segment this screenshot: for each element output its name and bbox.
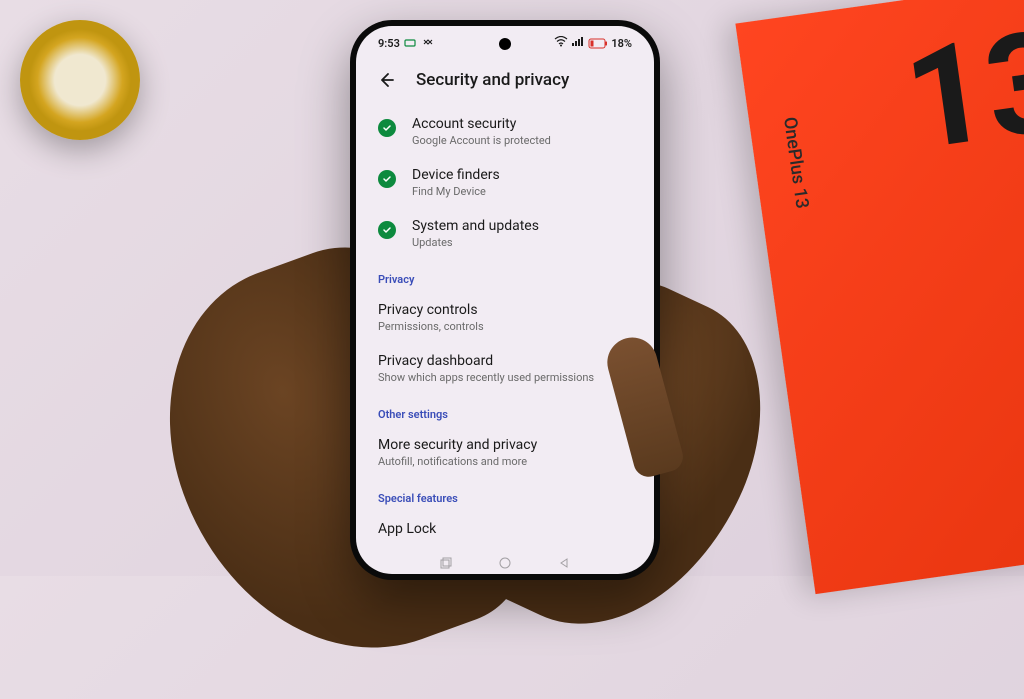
page-header: Security and privacy xyxy=(356,60,654,106)
item-device-finders[interactable]: Device finders Find My Device xyxy=(356,157,654,208)
item-subtitle: Show which apps recently used permission… xyxy=(378,371,594,384)
item-subtitle: Find My Device xyxy=(412,185,500,198)
box-brand-text: OnePlus 13 xyxy=(779,116,813,210)
navigation-bar xyxy=(356,552,654,574)
item-title: Device finders xyxy=(412,167,500,183)
notification-icon xyxy=(404,38,418,48)
status-bar-right: 18% xyxy=(554,36,632,50)
check-icon xyxy=(378,119,396,137)
battery-icon xyxy=(588,38,608,49)
wifi-icon xyxy=(554,36,568,50)
settings-list[interactable]: Account security Google Account is prote… xyxy=(356,106,654,552)
box-number-text: 13 xyxy=(896,0,1024,184)
phone-frame: 9:53 18% xyxy=(350,20,660,580)
check-icon xyxy=(378,221,396,239)
nav-recents-button[interactable] xyxy=(439,556,453,570)
product-box-prop: OnePlus 13 13 xyxy=(735,0,1024,594)
phone-screen: 9:53 18% xyxy=(356,26,654,574)
item-subtitle: Permissions, controls xyxy=(378,320,484,333)
signal-icon xyxy=(571,36,585,50)
section-privacy: Privacy xyxy=(356,259,654,292)
item-subtitle: Google Account is protected xyxy=(412,134,551,147)
item-title: System and updates xyxy=(412,218,539,234)
item-account-security[interactable]: Account security Google Account is prote… xyxy=(356,106,654,157)
item-subtitle: Autofill, notifications and more xyxy=(378,455,537,468)
back-button[interactable] xyxy=(374,68,398,92)
status-time: 9:53 xyxy=(378,37,400,50)
item-title: More security and privacy xyxy=(378,437,537,453)
item-title: Account security xyxy=(412,116,551,132)
section-special-features: Special features xyxy=(356,478,654,511)
item-privacy-controls[interactable]: Privacy controls Permissions, controls xyxy=(356,292,654,343)
status-bar-left: 9:53 xyxy=(378,37,436,50)
item-title: Privacy dashboard xyxy=(378,353,594,369)
item-app-lock[interactable]: App Lock xyxy=(356,511,654,547)
nav-home-button[interactable] xyxy=(498,556,512,570)
section-other-settings: Other settings xyxy=(356,394,654,427)
check-icon xyxy=(378,170,396,188)
desk-clock-prop xyxy=(20,20,140,140)
item-title: App Lock xyxy=(378,521,436,537)
item-subtitle: Updates xyxy=(412,236,539,249)
camera-hole xyxy=(499,38,511,50)
battery-percent: 18% xyxy=(611,37,632,50)
back-arrow-icon xyxy=(376,70,396,90)
nav-back-button[interactable] xyxy=(557,556,571,570)
item-title: Privacy controls xyxy=(378,302,484,318)
page-title: Security and privacy xyxy=(416,70,569,90)
item-more-security[interactable]: More security and privacy Autofill, noti… xyxy=(356,427,654,478)
item-system-updates[interactable]: System and updates Updates xyxy=(356,208,654,259)
notification-icon-2 xyxy=(422,38,436,48)
